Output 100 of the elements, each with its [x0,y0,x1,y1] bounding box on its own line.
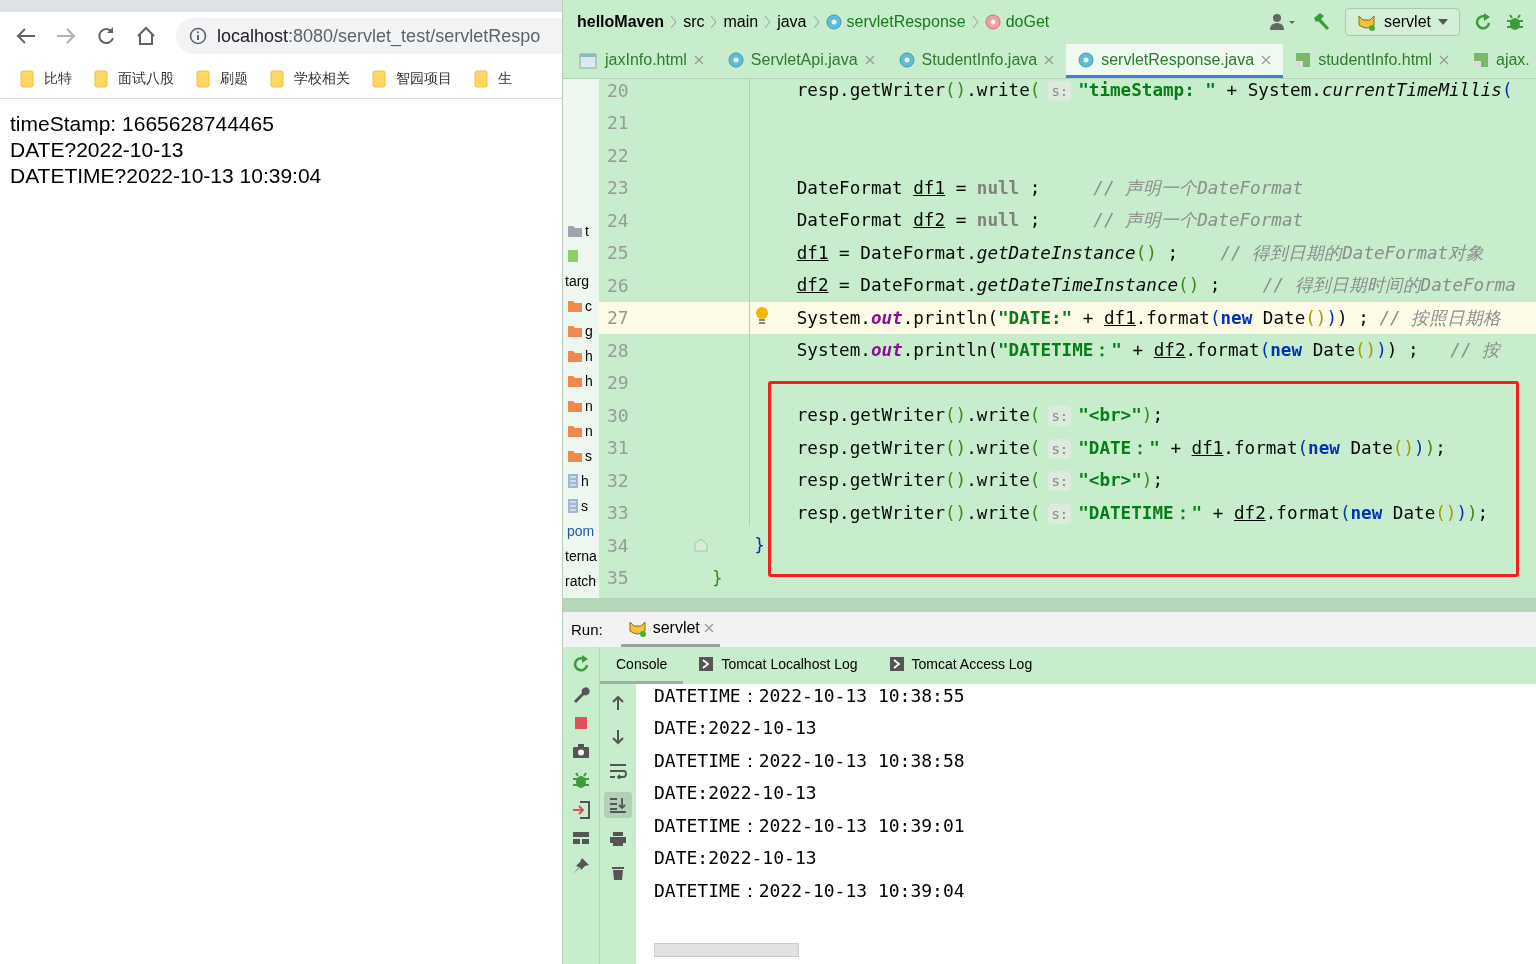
tree-item[interactable]: g [585,322,593,339]
breadcrumb-item[interactable]: helloMaven [577,13,665,31]
rerun-icon[interactable] [572,655,590,673]
tree-item[interactable]: n [585,422,593,439]
bug-icon[interactable] [1506,13,1524,31]
chevron-icon [812,15,820,29]
stop-icon[interactable] [573,715,589,731]
folder-icon [474,70,488,88]
line-number: 25 [606,242,630,264]
console-tab[interactable]: Tomcat Localhost Log [683,647,874,684]
bookmark-link[interactable]: 生 [498,70,512,88]
toolbar-button[interactable] [604,792,632,818]
line-number: 22 [606,144,630,166]
chevron-icon [971,15,979,29]
tree-item[interactable]: h [585,372,593,389]
camera-icon[interactable] [572,743,590,759]
run-label: Run: [571,621,603,638]
line-number: 26 [606,274,630,296]
bookmark-link[interactable]: 智园项目 [396,70,452,88]
breadcrumb-item[interactable]: java [777,13,807,31]
class-icon [1078,51,1095,68]
line-number: 29 [606,372,630,394]
code-line: df1 = DateFormat.getDateInstance() ; // 得到日期的DateFormat对象 [796,241,1485,265]
editor-tab[interactable]: jaxInfo.html [603,44,716,78]
bookmark-link[interactable]: 比特 [44,70,72,88]
layout-icon[interactable] [572,831,590,845]
folder-icon [270,70,284,88]
tree-item[interactable]: terna [565,547,597,564]
bookmark-link[interactable]: 面试八股 [118,70,174,88]
code-line: resp.getWriter().write( s: "<br>"); [796,405,1163,426]
page-text: timeStamp: 1665628744465 [10,111,275,137]
folder-icon [567,298,583,313]
code-line: resp.getWriter().write( s: "DATE：" + df1.format(new Date())); [796,436,1446,460]
line-number: 33 [606,502,630,524]
editor-tab[interactable]: ajax. [1461,44,1536,78]
pin-icon[interactable] [572,857,590,875]
line-number: 32 [606,469,630,491]
method-icon [984,14,1001,30]
lightbulb-icon[interactable] [755,305,769,326]
breadcrumb-item[interactable]: src [683,13,705,31]
tree-item[interactable]: s [585,447,592,464]
run-config-dropdown[interactable]: servlet [1344,8,1460,36]
tree-item[interactable]: pom [567,522,595,539]
code-line: } [712,567,723,588]
console-line: DATETIME：2022-10-13 10:39:04 [654,879,966,903]
code-line: DateFormat df1 = null ; // 声明一个DateFormat [796,176,1304,200]
close-icon[interactable] [864,54,875,65]
address-bar[interactable]: localhost:8080/servlet_test/servletRespo [176,18,562,54]
code-line: DateFormat df2 = null ; // 声明一个DateFormat [796,209,1304,233]
close-icon[interactable] [1439,54,1449,65]
run-tab[interactable]: servlet [620,612,720,647]
close-icon[interactable] [1261,54,1272,65]
user-icon[interactable] [1268,13,1297,31]
window-icon [579,53,597,69]
console-tab[interactable]: Tomcat Access Log [873,647,1049,684]
page-text: DATETIME?2022-10-13 10:39:04 [10,163,323,189]
exit-icon[interactable] [572,801,590,819]
bookmark-link[interactable]: 学校相关 [294,70,350,88]
tree-item[interactable]: ratch [565,572,597,589]
scrollbar[interactable] [654,943,799,957]
tree-item[interactable]: h [581,472,589,489]
folder-icon [567,223,583,238]
editor-tab[interactable]: studentInfo.html [1283,44,1461,78]
editor-tab[interactable]: StudentInfo.java [886,44,1067,78]
reload-icon[interactable] [96,26,116,46]
folder-icon [567,373,583,388]
back-icon[interactable] [16,27,36,45]
folder-icon [567,423,583,438]
code-line: System.out.println("DATE:" + df1.format(new Date())) ; // 按照日期格 [796,306,1502,330]
folder-icon [567,323,583,338]
tree-item[interactable]: targ [565,272,590,289]
breadcrumb-item[interactable]: doGet [1005,13,1050,31]
folder-icon [567,448,583,463]
class-icon [727,51,744,68]
up-arrow-icon [610,695,626,711]
bookmark-link[interactable]: 刷题 [220,70,248,88]
editor-tab[interactable]: servletResponse.java [1066,44,1284,78]
wrench-icon[interactable] [572,685,590,703]
close-icon[interactable] [703,623,714,633]
tree-item[interactable]: n [585,397,593,414]
tree-item[interactable]: t [585,222,589,239]
tree-item[interactable]: h [585,347,593,364]
terminal-icon [889,657,904,671]
breadcrumb-item[interactable]: servletResponse [846,13,966,31]
tree-item[interactable]: c [585,297,592,314]
forward-icon[interactable] [56,27,76,45]
editor-tab[interactable]: ServletApi.java [715,44,887,78]
bug-icon[interactable] [572,771,590,789]
line-number: 35 [606,567,630,589]
html-file-icon [1473,51,1489,68]
tree-item[interactable]: s [581,497,588,514]
folder-icon [94,70,108,88]
scrollbar[interactable] [563,598,1536,611]
soft-wrap-icon [609,763,627,779]
close-icon[interactable] [1044,54,1055,65]
breadcrumb-item[interactable]: main [723,13,759,31]
home-icon[interactable] [136,26,156,46]
line-number: 31 [606,437,630,459]
close-icon[interactable] [693,54,704,65]
rerun-icon[interactable] [1474,13,1492,31]
